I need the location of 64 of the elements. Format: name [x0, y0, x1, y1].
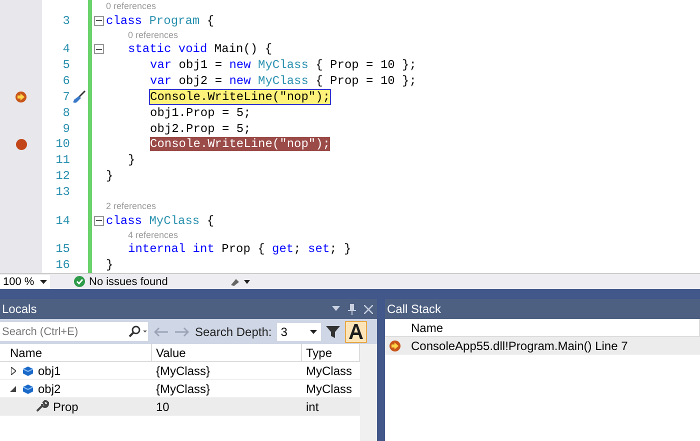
variable-name: Prop: [53, 400, 78, 414]
code-line: obj2.Prop = 5;: [150, 122, 251, 136]
close-icon[interactable]: [364, 304, 373, 314]
caret-icon[interactable]: [310, 330, 317, 334]
code-line: }: [106, 169, 114, 184]
pin-icon[interactable]: [348, 303, 356, 315]
zoom-dropdown[interactable]: 100 %: [0, 274, 50, 288]
dropdown-icon[interactable]: [332, 306, 340, 312]
collapse-icon[interactable]: [94, 16, 104, 26]
code-line: var obj1 = new MyClass { Prop = 10 };: [150, 58, 416, 72]
line-number: 15: [54, 242, 70, 256]
line-number: 6: [62, 74, 70, 88]
letter-a-icon: [348, 324, 363, 339]
line-number: 3: [62, 14, 70, 28]
wrench-icon: [36, 400, 49, 413]
search-depth-label: Search Depth:: [195, 324, 272, 338]
cube-icon: [22, 364, 34, 376]
code-line: static void Main() {: [128, 42, 272, 56]
current-statement-arrow-icon: [389, 340, 401, 352]
check-icon: [74, 276, 85, 287]
stack-frame-name: ConsoleApp55.dll!Program.Main() Line 7: [411, 338, 628, 352]
code-line: var obj2 = new MyClass { Prop = 10 };: [150, 74, 416, 88]
panel-title: Locals: [2, 302, 37, 316]
issues-status: No issues found: [89, 276, 168, 288]
code-line: class MyClass {: [106, 214, 214, 228]
type-cell: int: [302, 398, 360, 416]
line-number: 13: [54, 184, 70, 199]
variable-name: obj2: [38, 382, 61, 396]
line-number: 16: [54, 258, 70, 272]
brush-dropdown-icon[interactable]: [230, 276, 252, 287]
caret-icon[interactable]: [40, 280, 47, 284]
line-number: 8: [62, 106, 70, 120]
line-number: 5: [62, 58, 70, 72]
tree-row-name[interactable]: Prop: [0, 398, 152, 416]
value-cell: 10: [152, 398, 302, 416]
expand-triangle-icon[interactable]: [8, 366, 18, 374]
collapse-triangle-icon[interactable]: [8, 386, 18, 392]
code-line: obj1.Prop = 5;: [150, 106, 251, 120]
code-line: class Program {: [106, 14, 214, 28]
stack-frame-row[interactable]: ConsoleApp55.dll!Program.Main() Line 7: [385, 337, 700, 355]
breakpoint-dot-icon: [16, 138, 26, 150]
code-line: }: [106, 258, 114, 272]
line-number: 10: [54, 137, 70, 152]
line-number: 9: [62, 122, 70, 136]
search-field[interactable]: Search (Ctrl+E): [0, 322, 128, 341]
filter-icon[interactable]: [326, 324, 340, 338]
code-line: }: [128, 153, 136, 168]
letter-a-toggle[interactable]: [344, 320, 367, 342]
line-number: 12: [54, 169, 70, 184]
panel-title: Call Stack: [387, 302, 442, 316]
cube-icon: [22, 382, 34, 394]
scrollbar[interactable]: [360, 344, 377, 441]
line-number: 7: [62, 90, 70, 104]
line-number: 4: [62, 42, 70, 56]
collapse-icon[interactable]: [94, 216, 104, 226]
variable-name: obj1: [38, 364, 61, 378]
line-number: 14: [54, 214, 70, 228]
collapse-icon[interactable]: [94, 44, 104, 54]
search-icon[interactable]: [128, 322, 148, 341]
line-number: 11: [54, 153, 70, 168]
current-statement-arrow-icon: [15, 90, 27, 103]
brush-icon[interactable]: [72, 90, 86, 104]
code-line: internal int Prop { get; set; }: [128, 242, 352, 256]
depth-dropdown[interactable]: 3: [276, 322, 321, 340]
